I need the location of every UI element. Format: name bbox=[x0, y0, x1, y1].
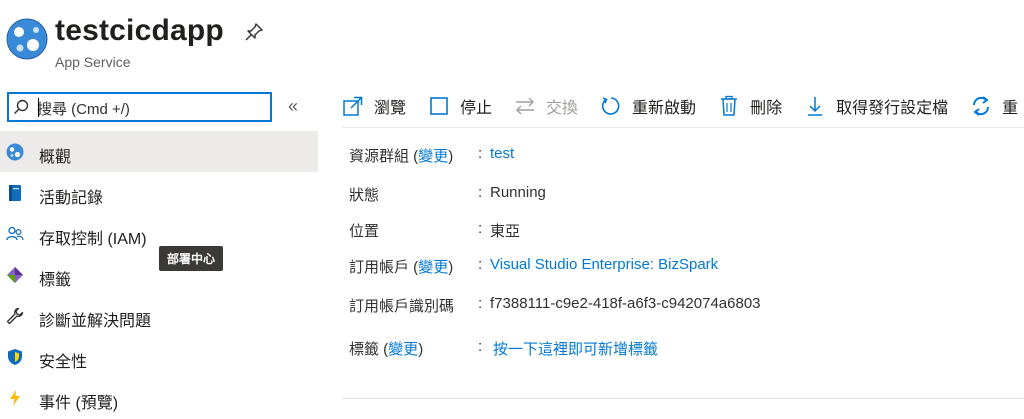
command-bar: 瀏覽 停止 交換 重新啟動 刪除 取得發行設定檔 重 bbox=[342, 88, 1024, 124]
activity-log-icon bbox=[9, 185, 21, 201]
resource-group-value[interactable]: test bbox=[490, 145, 514, 162]
trash-icon bbox=[721, 95, 738, 116]
subscription-row: 訂用帳戶 (變更) : Visual Studio Enterprise: Bi… bbox=[349, 256, 1019, 278]
sidebar-item-security[interactable]: 安全性 bbox=[0, 336, 318, 377]
sidebar-nav: 概觀 活動記錄 存取控制 (IAM) 標籤 診斷並解決問題 安全性 事件 (預覽… bbox=[0, 131, 318, 418]
get-publish-profile-button[interactable]: 取得發行設定檔 bbox=[804, 88, 948, 124]
sidebar-item-overview[interactable]: 概觀 bbox=[0, 131, 318, 172]
delete-button[interactable]: 刪除 bbox=[718, 88, 782, 124]
search-input[interactable]: 搜尋 (Cmd +/) bbox=[7, 92, 272, 122]
restart-icon bbox=[601, 97, 620, 115]
sidebar-item-diagnose[interactable]: 診斷並解決問題 bbox=[0, 295, 318, 336]
swap-icon bbox=[516, 97, 535, 115]
reset-button[interactable]: 重 bbox=[970, 88, 1018, 124]
sidebar-item-label: 活動記錄 bbox=[39, 190, 104, 207]
tags-row: 標籤 (變更) : 按一下這裡即可新增標籤 bbox=[349, 338, 1019, 360]
page-subtitle: App Service bbox=[55, 54, 131, 70]
collapse-sidebar-button[interactable]: « bbox=[288, 96, 298, 117]
location-label: 位置 bbox=[349, 223, 380, 240]
tags-label: 標籤 (變更) bbox=[349, 341, 424, 358]
location-row: 位置 : 東亞 bbox=[349, 220, 1019, 242]
sidebar-item-label: 事件 (預覽) bbox=[39, 395, 119, 412]
download-icon bbox=[808, 97, 823, 116]
app-service-icon bbox=[6, 18, 48, 60]
sidebar-item-label: 存取控制 (IAM) bbox=[39, 231, 147, 248]
people-icon bbox=[6, 226, 24, 241]
sidebar-item-label: 安全性 bbox=[39, 354, 88, 371]
app-service-icon bbox=[6, 143, 24, 161]
text-caret bbox=[38, 98, 39, 117]
colon: : bbox=[478, 256, 483, 273]
resource-group-row: 資源群組 (變更) : test bbox=[349, 145, 1019, 167]
shield-icon bbox=[8, 349, 22, 365]
sidebar-item-label: 診斷並解決問題 bbox=[39, 313, 152, 330]
resource-group-label: 資源群組 (變更) bbox=[349, 148, 454, 165]
status-label: 狀態 bbox=[349, 187, 380, 204]
colon: : bbox=[478, 338, 483, 355]
pin-icon[interactable] bbox=[244, 22, 264, 42]
sidebar-item-label: 概觀 bbox=[39, 149, 72, 166]
subscription-value[interactable]: Visual Studio Enterprise: BizSpark bbox=[490, 256, 718, 273]
colon: : bbox=[478, 184, 483, 201]
change-resource-group-link[interactable]: 變更 bbox=[418, 148, 448, 165]
wrench-icon bbox=[6, 307, 24, 325]
reset-label: 重 bbox=[1002, 100, 1019, 117]
add-tags-link[interactable]: 按一下這裡即可新增標籤 bbox=[493, 338, 658, 359]
search-icon bbox=[13, 99, 29, 115]
stop-button[interactable]: 停止 bbox=[428, 88, 492, 124]
toolbar-divider bbox=[342, 127, 1024, 128]
search-value: 搜尋 (Cmd +/) bbox=[37, 101, 130, 118]
restart-label: 重新啟動 bbox=[632, 100, 697, 117]
lightning-icon bbox=[10, 390, 20, 406]
essentials-divider bbox=[342, 398, 1024, 399]
resource-header: testcicdapp App Service bbox=[0, 0, 1024, 80]
browse-button[interactable]: 瀏覽 bbox=[342, 88, 406, 124]
refresh-icon bbox=[973, 96, 990, 116]
colon: : bbox=[478, 295, 483, 312]
change-subscription-link[interactable]: 變更 bbox=[418, 259, 448, 276]
stop-icon bbox=[430, 97, 448, 115]
sidebar-item-activity-log[interactable]: 活動記錄 bbox=[0, 172, 318, 213]
sidebar-item-label: 標籤 bbox=[39, 272, 72, 289]
subscription-label: 訂用帳戶 (變更) bbox=[349, 259, 454, 276]
tooltip: 部署中心 bbox=[159, 246, 224, 271]
tag-icon bbox=[7, 267, 23, 283]
browse-label: 瀏覽 bbox=[374, 100, 407, 117]
delete-label: 刪除 bbox=[750, 100, 783, 117]
change-tags-link[interactable]: 變更 bbox=[388, 341, 418, 358]
sidebar-item-events[interactable]: 事件 (預覽) bbox=[0, 377, 318, 418]
stop-label: 停止 bbox=[460, 100, 493, 117]
status-row: 狀態 : Running bbox=[349, 184, 1019, 206]
page-title: testcicdapp bbox=[55, 14, 224, 47]
restart-button[interactable]: 重新啟動 bbox=[600, 88, 696, 124]
get-publish-profile-label: 取得發行設定檔 bbox=[836, 100, 949, 117]
location-value: 東亞 bbox=[490, 223, 521, 240]
subscription-id-value: f7388111-c9e2-418f-a6f3-c942074a6803 bbox=[490, 295, 761, 312]
colon: : bbox=[478, 220, 483, 237]
external-link-icon bbox=[343, 96, 363, 116]
swap-label: 交換 bbox=[546, 100, 579, 117]
subscription-id-row: 訂用帳戶識別碼 : f7388111-c9e2-418f-a6f3-c94207… bbox=[349, 295, 1019, 317]
subscription-id-label: 訂用帳戶識別碼 bbox=[349, 298, 455, 315]
colon: : bbox=[478, 145, 483, 162]
swap-button[interactable]: 交換 bbox=[514, 88, 578, 124]
status-value: Running bbox=[490, 184, 546, 201]
